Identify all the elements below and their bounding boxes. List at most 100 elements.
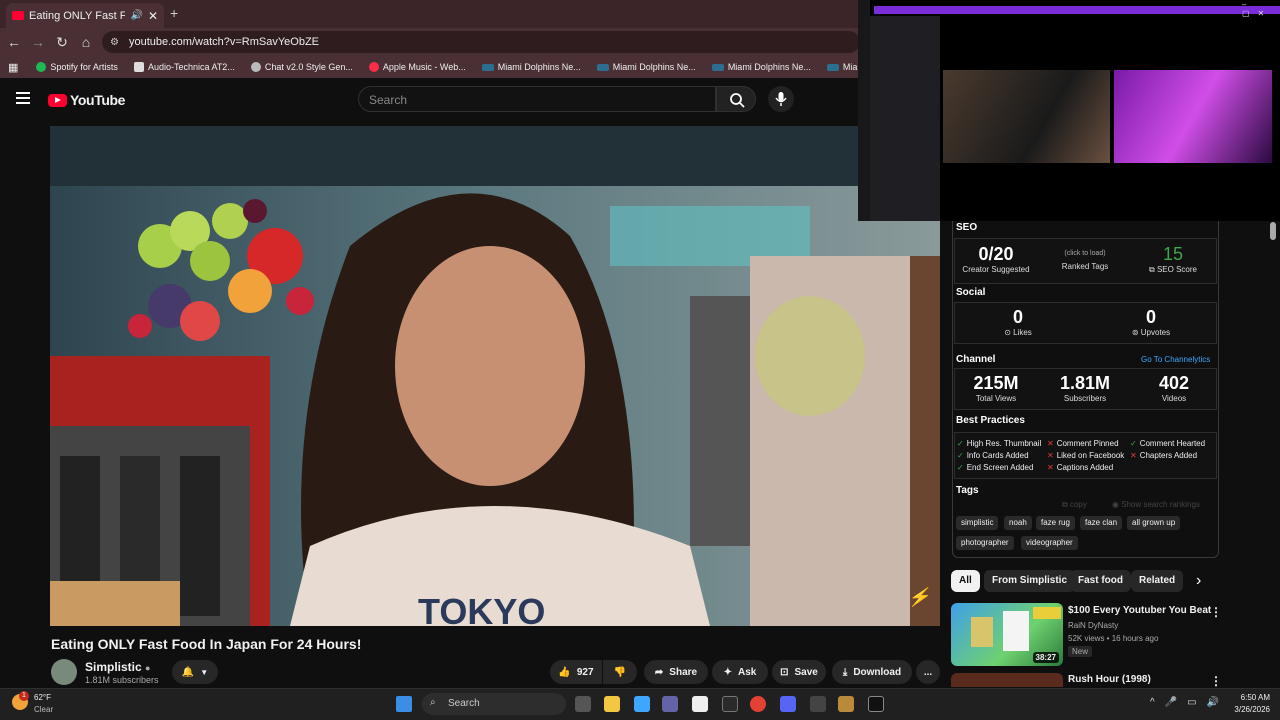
back-icon[interactable]: ← bbox=[2, 34, 26, 50]
thumbs-up-icon: 👍 bbox=[558, 666, 571, 678]
chip-related[interactable]: Related bbox=[1131, 570, 1184, 592]
bookmarks-bar: ▦ Spotify for Artists Audio-Technica AT2… bbox=[0, 56, 926, 78]
notification-badge: 1 bbox=[19, 691, 29, 701]
download-button[interactable]: ⤓ Download bbox=[832, 660, 912, 684]
app-icon[interactable] bbox=[838, 696, 854, 712]
check-icon: ✓ bbox=[957, 451, 964, 460]
copilot-icon[interactable] bbox=[634, 696, 650, 712]
total-views-label: Total Views bbox=[975, 394, 1017, 403]
likes-value: 0 bbox=[1012, 307, 1023, 327]
channel-subscribers-label: Subscribers bbox=[1063, 394, 1107, 403]
video-player[interactable]: TOKYO ⚡ bbox=[50, 126, 940, 626]
discord-icon[interactable] bbox=[780, 696, 796, 712]
stream-overlay-window[interactable]: –▢✕ bbox=[858, 0, 1280, 221]
recommendation-title[interactable]: $100 Every Youtuber You Beat bbox=[1068, 605, 1211, 616]
channel-avatar[interactable] bbox=[51, 659, 77, 685]
channelytics-link[interactable]: Go To Channelytics bbox=[1141, 355, 1210, 364]
home-icon[interactable]: ⌂ bbox=[74, 34, 98, 50]
scrollbar-thumb[interactable] bbox=[1270, 222, 1276, 240]
video-tag[interactable]: faze clan bbox=[1080, 516, 1123, 530]
clock-date[interactable]: 3/26/2026 bbox=[1222, 705, 1270, 714]
best-practice-item: ✕ Comment Pinned bbox=[1047, 439, 1119, 448]
address-bar[interactable]: ⚙ youtube.com/watch?v=RmSavYeObZE bbox=[102, 31, 860, 53]
app-icon[interactable] bbox=[810, 696, 826, 712]
recommendation-thumbnail[interactable]: 38:27 bbox=[951, 603, 1063, 666]
menu-icon[interactable] bbox=[16, 92, 30, 104]
app-icon[interactable] bbox=[868, 696, 884, 712]
channel-watermark-icon[interactable]: ⚡ bbox=[908, 587, 930, 608]
search-button[interactable] bbox=[716, 86, 756, 112]
video-tag[interactable]: videographer bbox=[1021, 536, 1078, 550]
check-icon: ✓ bbox=[1130, 439, 1137, 448]
best-practice-item: ✕ Captions Added bbox=[1047, 463, 1114, 472]
bookmark-item[interactable]: Spotify for Artists bbox=[30, 62, 124, 72]
video-tag[interactable]: simplistic bbox=[956, 516, 999, 530]
video-tag[interactable]: noah bbox=[1004, 516, 1032, 530]
close-tab-icon[interactable]: ✕ bbox=[148, 9, 158, 23]
video-tag[interactable]: photographer bbox=[956, 536, 1014, 550]
ranked-tags-stat[interactable]: (click to load) Ranked Tags bbox=[1048, 250, 1122, 271]
clock-time[interactable]: 6:50 AM bbox=[1226, 693, 1270, 702]
browser-tab[interactable]: Eating ONLY Fast Food In Ja 🔊 ✕ bbox=[6, 3, 164, 28]
channel-name[interactable]: Simplistic ● bbox=[85, 660, 150, 674]
copy-icon: ⧉ bbox=[1062, 500, 1068, 509]
bookmark-item[interactable]: Audio-Technica AT2... bbox=[128, 62, 241, 72]
likes-label: ⊙ Likes bbox=[1004, 328, 1032, 337]
total-views-value: 215M bbox=[973, 373, 1019, 393]
share-button[interactable]: ➦ Share bbox=[644, 660, 708, 684]
app-icon[interactable] bbox=[692, 696, 708, 712]
file-explorer-icon[interactable] bbox=[604, 696, 620, 712]
windows-start-icon[interactable] bbox=[396, 696, 412, 712]
save-button[interactable]: ⊡ Save bbox=[772, 660, 826, 684]
system-tray-icons[interactable]: ^🎤▭🔊 bbox=[1150, 697, 1229, 708]
apps-grid-icon[interactable]: ▦ bbox=[8, 61, 18, 74]
chrome-icon[interactable] bbox=[750, 696, 766, 712]
new-tab-button[interactable]: + bbox=[170, 5, 178, 21]
task-view-icon[interactable] bbox=[575, 696, 591, 712]
bookmark-item[interactable]: Miami Dolphins Ne... bbox=[706, 62, 817, 72]
ask-button[interactable]: ✦ Ask bbox=[712, 660, 768, 684]
chip-all[interactable]: All bbox=[951, 570, 980, 592]
more-options-icon[interactable]: ⋮ bbox=[1210, 674, 1222, 688]
best-practice-item: ✓ End Screen Added bbox=[957, 463, 1034, 472]
bookmark-item[interactable]: Miami Dolphins Ne... bbox=[591, 62, 702, 72]
channel-heading: Channel bbox=[956, 354, 996, 365]
bookmark-item[interactable]: Apple Music - Web... bbox=[363, 62, 472, 72]
forward-icon[interactable]: → bbox=[26, 34, 50, 50]
svg-text:TOKYO: TOKYO bbox=[418, 591, 545, 626]
video-tag[interactable]: all grown up bbox=[1127, 516, 1181, 530]
overlay-sidebar bbox=[858, 0, 870, 221]
more-actions-button[interactable]: ... bbox=[916, 660, 940, 684]
video-tag[interactable]: faze rug bbox=[1036, 516, 1075, 530]
like-button[interactable]: 👍 927 bbox=[550, 660, 602, 684]
taskbar-search[interactable]: ⌕ Search bbox=[422, 693, 566, 715]
bookmark-item[interactable]: Miami Dolphins Ne... bbox=[476, 62, 587, 72]
youtube-logo[interactable]: YouTube bbox=[48, 92, 125, 108]
chip-from-simplistic[interactable]: From Simplistic bbox=[984, 570, 1076, 592]
chevron-right-icon[interactable]: › bbox=[1196, 572, 1201, 590]
voice-search-button[interactable] bbox=[768, 86, 794, 112]
notification-bell-button[interactable]: 🔔 ▼ bbox=[172, 660, 218, 684]
videos-label: Videos bbox=[1161, 394, 1187, 403]
cross-icon: ✕ bbox=[1130, 451, 1137, 460]
videos-value: 402 bbox=[1158, 373, 1190, 393]
teams-icon[interactable] bbox=[662, 696, 678, 712]
creator-suggested-value: 0/20 bbox=[978, 244, 1014, 264]
recommendation-thumbnail[interactable] bbox=[951, 673, 1063, 687]
chip-fast-food[interactable]: Fast food bbox=[1070, 570, 1131, 592]
recommendation-title[interactable]: Rush Hour (1998) bbox=[1068, 674, 1151, 685]
copy-tags-button[interactable]: ⧉ copy bbox=[1062, 500, 1087, 510]
show-rankings-toggle[interactable]: ◉ Show search rankings bbox=[1112, 500, 1200, 509]
app-icon[interactable] bbox=[722, 696, 738, 712]
weather-temp: 62°F bbox=[34, 693, 51, 702]
search-input[interactable]: Search bbox=[358, 86, 716, 112]
reload-icon[interactable]: ↻ bbox=[50, 34, 74, 51]
bookmark-item[interactable]: Chat v2.0 Style Gen... bbox=[245, 62, 359, 72]
recommendation-channel[interactable]: RaiN DyNasty bbox=[1068, 621, 1118, 630]
seo-score-value: 15 bbox=[1162, 244, 1184, 264]
more-options-icon[interactable]: ⋮ bbox=[1210, 605, 1222, 619]
dislike-button[interactable]: 👎 bbox=[603, 660, 637, 684]
window-controls[interactable]: –▢✕ bbox=[1242, 0, 1280, 18]
speaker-icon[interactable]: 🔊 bbox=[130, 10, 142, 21]
site-info-icon[interactable]: ⚙ bbox=[110, 37, 119, 48]
